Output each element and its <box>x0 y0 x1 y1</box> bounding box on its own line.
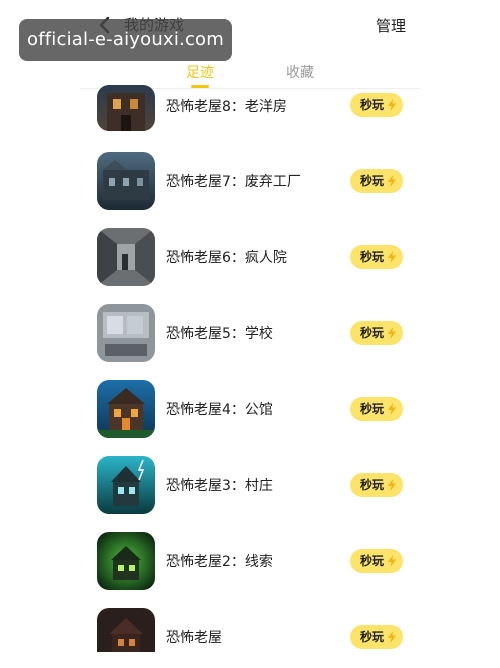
game-title: 恐怖老屋4：公馆 <box>166 402 273 418</box>
game-title: 恐怖老屋2：线索 <box>166 554 273 570</box>
game-title: 恐怖老屋5：学校 <box>166 326 273 342</box>
mansion-house-icon[interactable] <box>97 380 155 438</box>
bolt-icon <box>388 555 396 567</box>
game-title: 恐怖老屋8：老洋房 <box>166 99 287 115</box>
instant-play-button[interactable]: 秒玩 <box>350 397 403 421</box>
bolt-icon <box>388 251 396 263</box>
list-item[interactable]: 恐怖老屋4：公馆 秒玩 <box>0 380 500 440</box>
list-item[interactable]: 恐怖老屋2：线索 秒玩 <box>0 532 500 592</box>
instant-play-button[interactable]: 秒玩 <box>350 245 403 269</box>
bolt-icon <box>388 175 396 187</box>
instant-play-button[interactable]: 秒玩 <box>350 549 403 573</box>
instant-play-button[interactable]: 秒玩 <box>350 473 403 497</box>
list-item[interactable]: 恐怖老屋3：村庄 秒玩 <box>0 456 500 516</box>
game-title: 恐怖老屋 <box>166 630 222 646</box>
watermark: official-e-aiyouxi.com <box>19 19 232 61</box>
list-item[interactable]: 恐怖老屋 秒玩 <box>0 608 500 668</box>
bolt-icon <box>388 327 396 339</box>
instant-play-button[interactable]: 秒玩 <box>350 625 403 649</box>
village-house-icon[interactable] <box>97 456 155 514</box>
game-title: 恐怖老屋3：村庄 <box>166 478 273 494</box>
list-item[interactable]: 恐怖老屋7：废弃工厂 秒玩 <box>0 152 500 212</box>
list-item[interactable]: 恐怖老屋6：疯人院 秒玩 <box>0 228 500 288</box>
dark-house-icon[interactable] <box>97 608 155 652</box>
instant-play-button[interactable]: 秒玩 <box>350 169 403 193</box>
bolt-icon <box>388 99 396 111</box>
asylum-corridor-icon[interactable] <box>97 228 155 286</box>
green-house-icon[interactable] <box>97 532 155 590</box>
bolt-icon <box>388 631 396 643</box>
game-title: 恐怖老屋7：废弃工厂 <box>166 174 301 190</box>
instant-play-button[interactable]: 秒玩 <box>350 321 403 345</box>
list-item[interactable]: 恐怖老屋8：老洋房 秒玩 <box>0 76 500 136</box>
list-item[interactable]: 恐怖老屋5：学校 秒玩 <box>0 304 500 364</box>
bolt-icon <box>388 479 396 491</box>
abandoned-factory-icon[interactable] <box>97 152 155 210</box>
game-list: 恐怖老屋8：老洋房 秒玩 恐怖老屋7：废弃工厂 秒玩 恐怖老屋6：疯人院 秒玩 … <box>0 0 500 652</box>
school-room-icon[interactable] <box>97 304 155 362</box>
haunted-mansion-icon[interactable] <box>97 85 155 131</box>
bolt-icon <box>388 403 396 415</box>
game-title: 恐怖老屋6：疯人院 <box>166 250 287 266</box>
instant-play-button[interactable]: 秒玩 <box>350 93 403 117</box>
